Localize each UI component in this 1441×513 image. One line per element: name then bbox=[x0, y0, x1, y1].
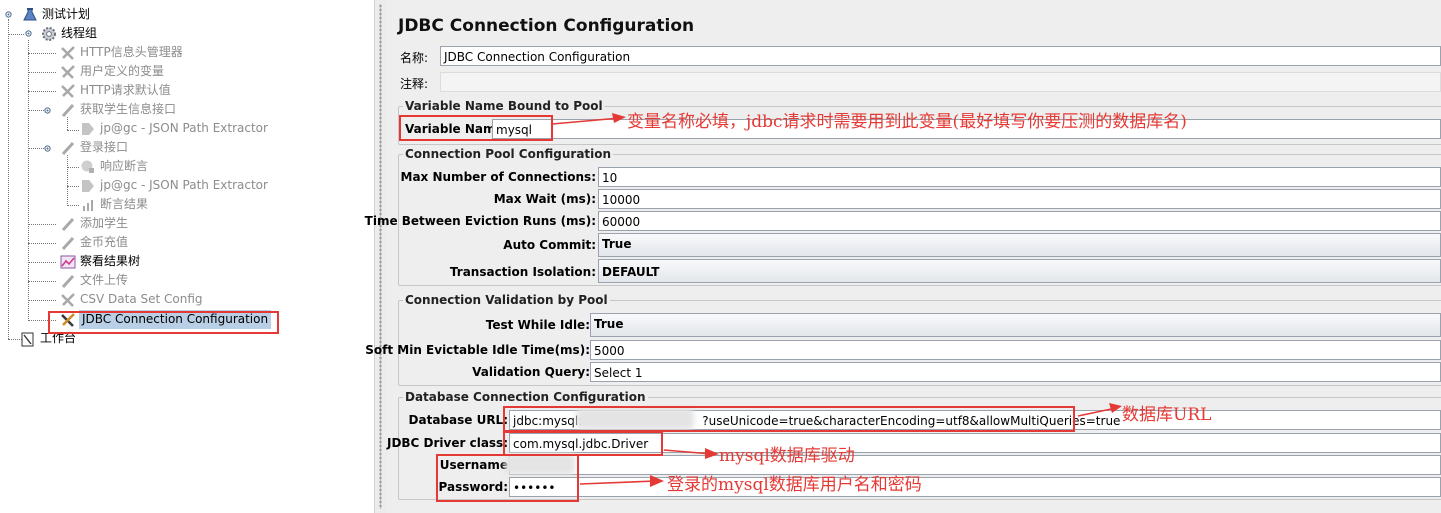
annotation-driver: mysql数据库驱动 bbox=[719, 446, 855, 466]
extractor-icon bbox=[82, 180, 94, 192]
tree-connector bbox=[28, 148, 44, 149]
max-connections-label: Max Number of Connections: bbox=[400, 170, 596, 184]
expand-toggle-icon[interactable] bbox=[5, 11, 12, 18]
tree-connector bbox=[28, 72, 56, 73]
annotation-credentials: 登录的mysql数据库用户名和密码 bbox=[667, 475, 922, 495]
sampler-icon bbox=[61, 103, 75, 118]
tree-node-label: 线程组 bbox=[61, 26, 98, 40]
name-field[interactable]: JDBC Connection Configuration bbox=[440, 46, 1441, 66]
group-legend: Connection Validation by Pool bbox=[405, 293, 608, 307]
sampler-icon bbox=[61, 274, 75, 289]
tree-connector bbox=[28, 262, 56, 263]
tree-connector bbox=[67, 155, 68, 206]
tree-node-label: 用户定义的变量 bbox=[80, 64, 165, 78]
auto-commit-select[interactable]: True bbox=[598, 233, 1441, 257]
group-legend: Database Connection Configuration bbox=[405, 390, 646, 404]
chart-icon bbox=[83, 200, 93, 211]
soft-min-idle-label: Soft Min Evictable Idle Time(ms): bbox=[365, 343, 590, 357]
tree-connector bbox=[67, 130, 79, 131]
eviction-runs-label: Time Between Eviction Runs (ms): bbox=[364, 214, 596, 228]
tool-icon bbox=[61, 293, 75, 307]
tree-node-label: 测试计划 bbox=[42, 7, 91, 21]
highlight-database-url bbox=[503, 406, 1075, 432]
tree-connector bbox=[28, 300, 56, 301]
tree-connector bbox=[8, 34, 24, 35]
max-wait-field[interactable]: 10000 bbox=[598, 189, 1441, 209]
tree-node-label: 获取学生信息接口 bbox=[80, 102, 177, 116]
tree-node-label: 察看结果树 bbox=[80, 254, 141, 268]
test-while-idle-select[interactable]: True bbox=[590, 313, 1441, 337]
gear-icon bbox=[42, 27, 56, 41]
highlight-credentials bbox=[436, 454, 579, 502]
highlight-driver-class bbox=[503, 431, 663, 456]
tool-icon bbox=[61, 84, 75, 98]
tree-node-label: 响应断言 bbox=[100, 159, 149, 173]
extractor-icon bbox=[82, 123, 94, 135]
tree-node-label: 断言结果 bbox=[100, 197, 149, 211]
tree-connector bbox=[28, 243, 56, 244]
highlight-selected-node bbox=[48, 311, 279, 334]
tree-connector bbox=[67, 186, 79, 187]
sampler-icon bbox=[61, 236, 75, 251]
tree-connector bbox=[28, 281, 56, 282]
expand-toggle-icon[interactable] bbox=[44, 145, 51, 152]
tree-connector bbox=[28, 40, 29, 321]
tree-node-label: HTTP请求默认值 bbox=[80, 83, 171, 97]
annotation-arrow-icon bbox=[663, 448, 719, 459]
tree-node-label: CSV Data Set Config bbox=[80, 292, 203, 306]
validation-query-select[interactable]: Select 1 bbox=[590, 362, 1441, 382]
workbench-icon bbox=[21, 332, 34, 347]
tree-connector bbox=[28, 53, 56, 54]
tree-node-label: jp@gc - JSON Path Extractor bbox=[100, 178, 268, 192]
tree-node-label: 添加学生 bbox=[80, 216, 129, 230]
annotation-variable-name: 变量名称必填，jdbc请求时需要用到此变量(最好填写你要压测的数据库名) bbox=[627, 112, 1187, 132]
annotation-arrow-icon bbox=[551, 113, 626, 125]
comment-label: 注释: bbox=[400, 77, 429, 91]
tree-node-label: jp@gc - JSON Path Extractor bbox=[100, 121, 268, 135]
group-legend: Connection Pool Configuration bbox=[405, 147, 612, 161]
max-connections-field[interactable]: 10 bbox=[598, 167, 1441, 187]
tree-connector bbox=[67, 167, 79, 168]
sampler-icon bbox=[61, 141, 75, 156]
database-url-label: Database URL: bbox=[408, 413, 508, 427]
max-wait-label: Max Wait (ms): bbox=[493, 192, 596, 206]
splitter-grip bbox=[379, 4, 382, 509]
tree-connector bbox=[28, 224, 56, 225]
jdbc-driver-label: JDBC Driver class: bbox=[386, 436, 508, 450]
tree-node-label: HTTP信息头管理器 bbox=[80, 45, 183, 59]
tree-node-label: 金币充值 bbox=[80, 235, 129, 249]
tree-connector bbox=[8, 19, 9, 339]
annotation-database-url: 数据库URL bbox=[1122, 405, 1212, 425]
soft-min-idle-field[interactable]: 5000 bbox=[590, 340, 1441, 360]
tree-connector bbox=[28, 110, 44, 111]
name-label: 名称: bbox=[400, 51, 429, 65]
result-tree-icon bbox=[60, 255, 76, 269]
transaction-isolation-label: Transaction Isolation: bbox=[449, 265, 596, 279]
expand-toggle-icon[interactable] bbox=[25, 30, 32, 37]
tree-connector bbox=[28, 91, 56, 92]
tool-icon bbox=[61, 65, 75, 79]
comment-field[interactable] bbox=[440, 72, 1441, 92]
tree-connector bbox=[67, 117, 68, 130]
panel-title: JDBC Connection Configuration bbox=[398, 16, 695, 36]
tree-node-label: 登录接口 bbox=[80, 140, 129, 154]
test-plan-icon bbox=[23, 8, 37, 21]
pane-splitter[interactable] bbox=[374, 0, 388, 513]
validation-query-label: Validation Query: bbox=[472, 365, 590, 379]
auto-commit-label: Auto Commit: bbox=[503, 238, 596, 252]
assertion-icon bbox=[81, 160, 94, 173]
eviction-runs-field[interactable]: 60000 bbox=[598, 211, 1441, 231]
tree-node-label: 文件上传 bbox=[80, 273, 129, 287]
annotation-arrow-icon bbox=[579, 475, 664, 487]
test-while-idle-label: Test While Idle: bbox=[485, 318, 590, 332]
transaction-isolation-select[interactable]: DEFAULT bbox=[598, 259, 1441, 283]
tree-connector bbox=[67, 205, 79, 206]
test-plan-tree[interactable]: 测试计划 线程组 HTTP信息头管理器 用户定义的变量 HTTP请求默认值 获取… bbox=[0, 0, 374, 513]
annotation-arrow-icon bbox=[1077, 403, 1122, 417]
expand-toggle-icon[interactable] bbox=[44, 107, 51, 114]
tool-icon bbox=[61, 46, 75, 60]
highlight-variable-name bbox=[399, 115, 553, 141]
sampler-icon bbox=[61, 217, 75, 232]
